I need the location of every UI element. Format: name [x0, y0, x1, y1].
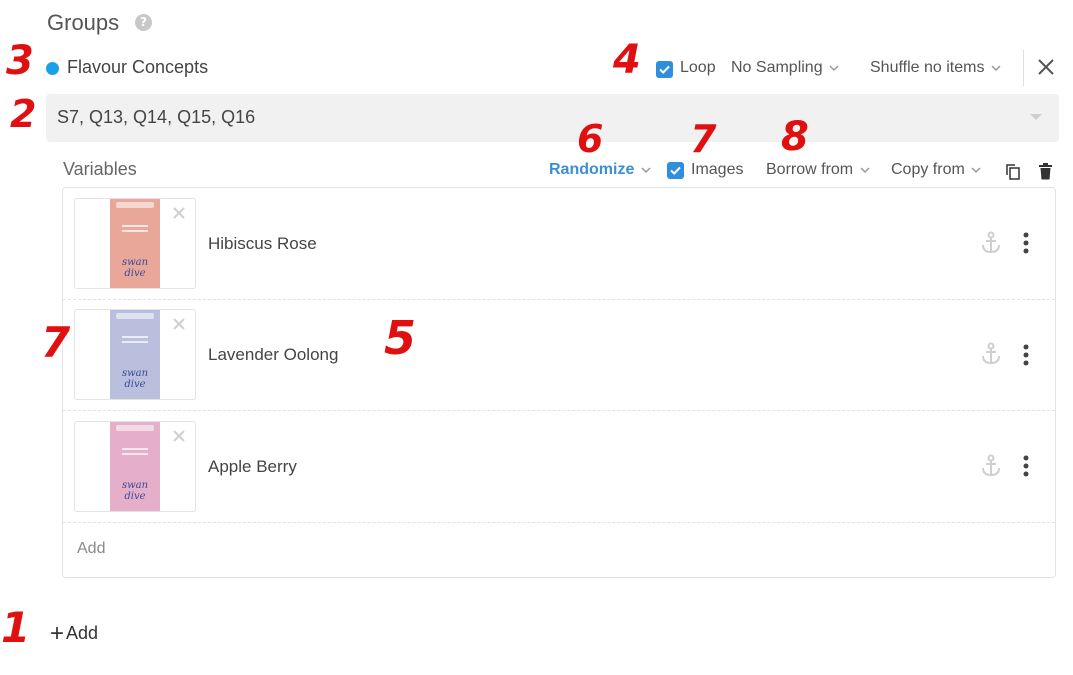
item-name[interactable]: Hibiscus Rose — [208, 234, 317, 254]
more-options-icon[interactable] — [1023, 455, 1029, 477]
sampling-dropdown[interactable]: No Sampling — [731, 59, 841, 77]
chevron-down-icon — [860, 167, 870, 173]
can-brand-text: swan dive — [121, 480, 149, 502]
row-divider — [63, 522, 1055, 523]
plus-icon: + — [50, 620, 65, 647]
check-icon — [670, 166, 681, 175]
copy-from-label: Copy from — [891, 161, 965, 178]
randomize-dropdown[interactable]: Randomize — [549, 161, 653, 179]
annotation-7-left: 7 — [41, 318, 71, 367]
trash-icon[interactable] — [1038, 163, 1053, 180]
randomize-label: Randomize — [549, 161, 635, 178]
annotation-8: 8 — [781, 114, 809, 160]
copy-from-dropdown[interactable]: Copy from — [891, 161, 983, 179]
anchor-icon[interactable] — [980, 454, 1002, 478]
annotation-5: 5 — [384, 311, 417, 365]
anchor-icon[interactable] — [980, 342, 1002, 366]
add-group-label: Add — [66, 623, 99, 643]
chevron-down-icon — [991, 65, 1001, 71]
help-icon[interactable]: ? — [135, 14, 152, 31]
row-divider — [63, 299, 1055, 300]
item-name[interactable]: Lavender Oolong — [208, 345, 338, 365]
chevron-down-icon — [971, 167, 981, 173]
anchor-icon[interactable] — [980, 231, 1002, 255]
add-group-button[interactable]: + Add — [50, 620, 98, 648]
chevron-down-icon — [829, 65, 839, 71]
can-brand-text: swan dive — [121, 368, 149, 390]
variables-label: Variables — [63, 159, 137, 179]
more-options-icon[interactable] — [1023, 344, 1029, 366]
remove-image-icon[interactable] — [172, 317, 186, 331]
item-image-thumbnail[interactable]: swan dive — [74, 198, 196, 289]
row-divider — [63, 410, 1055, 411]
page-title: Groups — [47, 10, 120, 35]
images-label[interactable]: Images — [691, 161, 743, 179]
annotation-7-top: 7 — [690, 117, 717, 161]
shuffle-dropdown[interactable]: Shuffle no items — [870, 59, 1003, 77]
borrow-from-dropdown[interactable]: Borrow from — [766, 161, 872, 179]
group-name[interactable]: Flavour Concepts — [67, 57, 208, 78]
item-image-thumbnail[interactable]: swan dive — [74, 309, 196, 400]
item-image: swan dive — [110, 422, 160, 511]
annotation-4: 4 — [613, 37, 641, 83]
add-item-input[interactable]: Add — [77, 540, 105, 558]
more-options-icon[interactable] — [1023, 232, 1029, 254]
item-image: swan dive — [110, 310, 160, 399]
annotation-2: 2 — [10, 92, 37, 136]
group-color-dot — [46, 62, 59, 75]
divider — [1023, 50, 1024, 86]
can-brand-text: swan dive — [121, 257, 149, 279]
remove-image-icon[interactable] — [172, 206, 186, 220]
variables-select-value: S7, Q13, Q14, Q15, Q16 — [57, 107, 256, 127]
sampling-label: No Sampling — [731, 59, 823, 76]
shuffle-label: Shuffle no items — [870, 59, 985, 76]
copy-icon[interactable] — [1005, 163, 1021, 181]
caret-down-icon — [1030, 114, 1042, 120]
images-checkbox[interactable] — [667, 162, 684, 179]
annotation-6: 6 — [577, 117, 604, 161]
loop-label[interactable]: Loop — [680, 59, 716, 77]
check-icon — [659, 65, 670, 74]
item-name[interactable]: Apple Berry — [208, 457, 297, 477]
annotation-1: 1 — [1, 603, 31, 652]
item-image-thumbnail[interactable]: swan dive — [74, 421, 196, 512]
loop-checkbox[interactable] — [656, 61, 673, 78]
annotation-3: 3 — [6, 38, 34, 84]
close-icon[interactable] — [1036, 57, 1056, 77]
borrow-from-label: Borrow from — [766, 161, 854, 178]
remove-image-icon[interactable] — [172, 429, 186, 443]
chevron-down-icon — [641, 167, 651, 173]
item-image: swan dive — [110, 199, 160, 288]
